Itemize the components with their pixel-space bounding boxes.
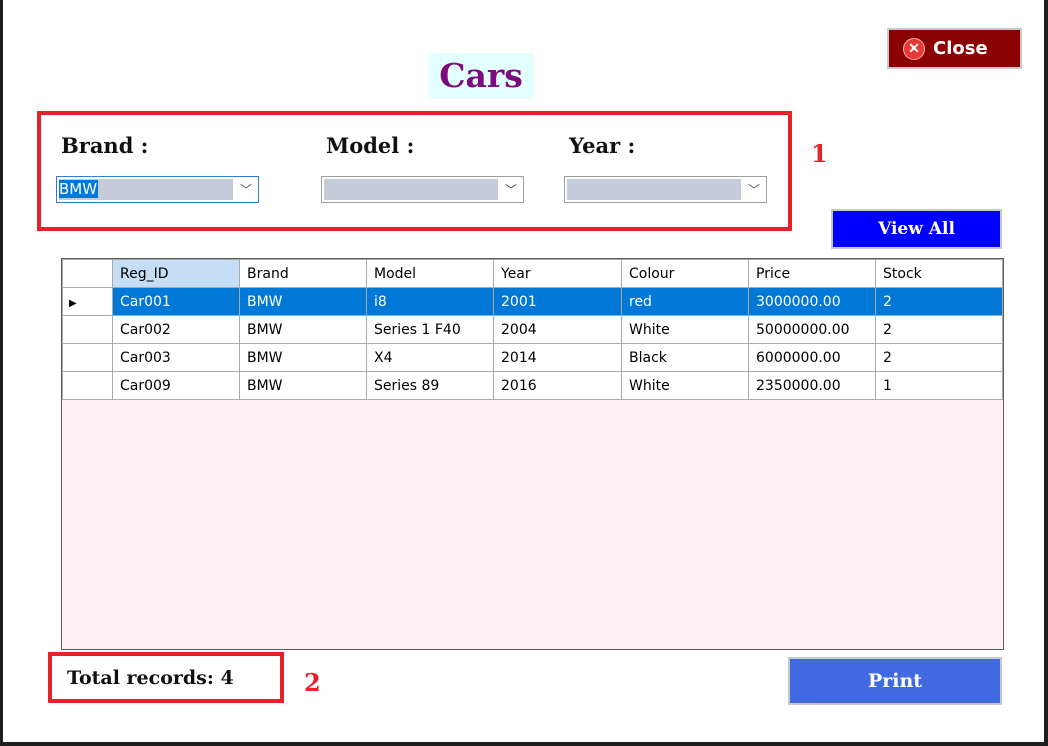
window-bottom-edge	[0, 742, 1048, 746]
cars-window: Cars ✕ Close 1 Brand : Model : Year : BM…	[3, 0, 1044, 742]
column-header-brand[interactable]: Brand	[239, 259, 367, 288]
column-header-price[interactable]: Price	[748, 259, 876, 288]
close-button[interactable]: ✕ Close	[887, 28, 1022, 69]
cell-price[interactable]: 50000000.00	[748, 315, 876, 344]
cell-price[interactable]: 2350000.00	[748, 371, 876, 400]
chevron-down-icon[interactable]: ﹀	[748, 181, 760, 198]
table-header-row: Reg_ID Brand Model Year Colour Price Sto…	[62, 259, 1003, 288]
current-row-arrow-icon: ▶	[69, 297, 77, 309]
cell-price[interactable]: 6000000.00	[748, 343, 876, 372]
cell-reg-id[interactable]: Car001	[112, 287, 240, 316]
cars-data-grid[interactable]: Reg_ID Brand Model Year Colour Price Sto…	[61, 258, 1004, 650]
cell-colour[interactable]: White	[621, 315, 749, 344]
column-header-model[interactable]: Model	[366, 259, 494, 288]
column-header-year[interactable]: Year	[493, 259, 622, 288]
cell-stock[interactable]: 2	[875, 343, 1003, 372]
total-records-label: Total records: 4	[67, 667, 234, 689]
cell-colour[interactable]: White	[621, 371, 749, 400]
row-header[interactable]	[62, 371, 113, 400]
cell-reg-id[interactable]: Car003	[112, 343, 240, 372]
close-button-label: Close	[933, 38, 988, 59]
cell-brand[interactable]: BMW	[239, 343, 367, 372]
model-dropdown[interactable]: ﹀	[321, 176, 524, 203]
cell-stock[interactable]: 2	[875, 315, 1003, 344]
cell-price[interactable]: 3000000.00	[748, 287, 876, 316]
cell-year[interactable]: 2016	[493, 371, 622, 400]
column-header-colour[interactable]: Colour	[621, 259, 749, 288]
print-button[interactable]: Print	[788, 657, 1002, 705]
cell-stock[interactable]: 1	[875, 371, 1003, 400]
year-label: Year :	[569, 133, 636, 158]
cell-year[interactable]: 2014	[493, 343, 622, 372]
cell-reg-id[interactable]: Car002	[112, 315, 240, 344]
cell-brand[interactable]: BMW	[239, 315, 367, 344]
year-dropdown-value	[567, 179, 741, 200]
cars-table: Reg_ID Brand Model Year Colour Price Sto…	[62, 259, 1003, 400]
row-header-corner[interactable]	[62, 259, 113, 288]
callout-number-1: 1	[811, 139, 828, 168]
callout-box-filters	[37, 111, 792, 231]
brand-label: Brand :	[61, 133, 149, 158]
cell-model[interactable]: i8	[366, 287, 494, 316]
cell-year[interactable]: 2004	[493, 315, 622, 344]
chevron-down-icon[interactable]: ﹀	[505, 181, 517, 198]
model-dropdown-value	[324, 179, 498, 200]
brand-dropdown[interactable]: BMW ﹀	[56, 176, 259, 203]
close-icon: ✕	[903, 37, 925, 60]
model-label: Model :	[326, 133, 415, 158]
cell-model[interactable]: Series 89	[366, 371, 494, 400]
page-title: Cars	[428, 53, 534, 99]
row-header[interactable]	[62, 315, 113, 344]
brand-dropdown-value: BMW	[59, 180, 99, 198]
cell-stock[interactable]: 2	[875, 287, 1003, 316]
cell-brand[interactable]: BMW	[239, 287, 367, 316]
window-right-edge	[1044, 0, 1048, 746]
view-all-button[interactable]: View All	[831, 209, 1002, 249]
table-row[interactable]: Car009 BMW Series 89 2016 White 2350000.…	[62, 371, 1003, 400]
year-dropdown[interactable]: ﹀	[564, 176, 767, 203]
row-header[interactable]	[62, 343, 113, 372]
cell-colour[interactable]: red	[621, 287, 749, 316]
cell-year[interactable]: 2001	[493, 287, 622, 316]
cell-model[interactable]: X4	[366, 343, 494, 372]
row-header[interactable]: ▶	[62, 287, 113, 316]
cell-reg-id[interactable]: Car009	[112, 371, 240, 400]
column-header-stock[interactable]: Stock	[875, 259, 1003, 288]
chevron-down-icon[interactable]: ﹀	[240, 181, 252, 198]
table-row[interactable]: Car002 BMW Series 1 F40 2004 White 50000…	[62, 315, 1003, 344]
cell-model[interactable]: Series 1 F40	[366, 315, 494, 344]
callout-number-2: 2	[304, 668, 321, 697]
table-row[interactable]: Car003 BMW X4 2014 Black 6000000.00 2	[62, 343, 1003, 372]
cell-colour[interactable]: Black	[621, 343, 749, 372]
cell-brand[interactable]: BMW	[239, 371, 367, 400]
column-header-reg-id[interactable]: Reg_ID	[112, 259, 240, 288]
table-row[interactable]: ▶ Car001 BMW i8 2001 red 3000000.00 2	[62, 287, 1003, 316]
brand-dropdown-value-area: BMW	[59, 179, 233, 200]
